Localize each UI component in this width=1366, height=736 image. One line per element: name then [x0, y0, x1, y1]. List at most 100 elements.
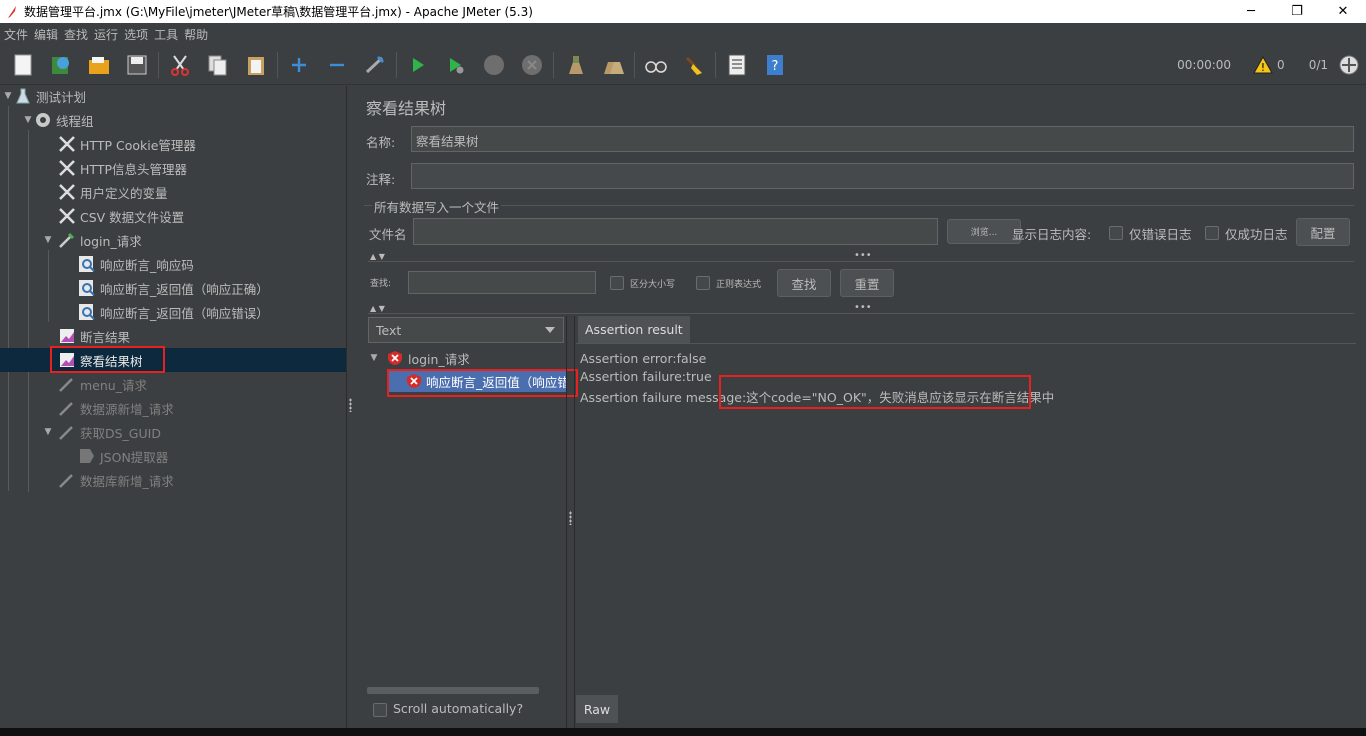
menu-search[interactable]: 查找	[62, 26, 90, 43]
result-item-login-request[interactable]: ▼ login_请求	[366, 347, 566, 369]
start-icon[interactable]	[403, 50, 433, 80]
filename-field[interactable]	[413, 218, 938, 245]
help-icon[interactable]: ?	[760, 50, 790, 80]
title-bar: 数据管理平台.jmx (G:\MyFile\jmeter\JMeter草稿\数据…	[0, 0, 1366, 23]
tree-item-label: 测试计划	[36, 89, 87, 105]
tree-item-datasource-add[interactable]: 数据源新增_请求	[0, 396, 346, 420]
templates-icon[interactable]	[46, 50, 76, 80]
divider-dots-icon[interactable]: •••	[854, 302, 872, 313]
splitter-grip-icon[interactable]	[569, 511, 572, 525]
save-icon[interactable]	[122, 50, 152, 80]
tab-underline	[576, 343, 1356, 344]
regex-checkbox[interactable]	[696, 276, 710, 290]
tree-item-assert-error[interactable]: 响应断言_返回值（响应错误）	[0, 300, 346, 324]
horizontal-scrollbar[interactable]	[367, 687, 539, 694]
maximize-button[interactable]: ❐	[1274, 0, 1320, 23]
toolbar-separator	[553, 51, 554, 78]
tree-item-user-variables[interactable]: 用户定义的变量	[0, 180, 346, 204]
case-sensitive-checkbox[interactable]	[610, 276, 624, 290]
tab-raw[interactable]: Raw	[576, 695, 618, 723]
errors-only-checkbox[interactable]	[1109, 226, 1123, 240]
expand-arrow-icon[interactable]: ▼	[366, 353, 382, 363]
function-helper-icon[interactable]	[722, 50, 752, 80]
tree-item-thread-group[interactable]: ▼ 线程组	[0, 108, 346, 132]
start-no-pauses-icon[interactable]	[441, 50, 471, 80]
elapsed-timer: 00:00:00	[1177, 58, 1232, 72]
window-title: 数据管理平台.jmx (G:\MyFile\jmeter\JMeter草稿\数据…	[24, 5, 533, 19]
renderer-select[interactable]: Text	[368, 317, 564, 343]
copy-icon[interactable]	[203, 50, 233, 80]
open-icon[interactable]	[84, 50, 114, 80]
scroll-auto-label: Scroll automatically?	[393, 701, 524, 716]
section-divider	[368, 261, 1354, 262]
tree-item-csv-config[interactable]: CSV 数据文件设置	[0, 204, 346, 228]
expand-arrow-icon[interactable]: ▼	[2, 91, 14, 101]
collapse-arrows-icon[interactable]: ▲ ▼	[370, 304, 385, 313]
search-binoculars-icon[interactable]	[641, 50, 671, 80]
search-input[interactable]	[408, 271, 596, 294]
stop-icon[interactable]	[479, 50, 509, 80]
tree-item-assertion-results[interactable]: 断言结果	[0, 324, 346, 348]
tree-item-menu-request[interactable]: menu_请求	[0, 372, 346, 396]
splitter-grip-icon[interactable]	[349, 398, 352, 412]
success-only-label: 仅成功日志	[1225, 227, 1288, 242]
chart-icon	[58, 351, 76, 369]
new-icon[interactable]	[8, 50, 38, 80]
active-threads: 0/1	[1308, 58, 1328, 72]
assertion-message-label: Assertion failure message:	[580, 390, 747, 405]
tree-item-json-extractor[interactable]: JSON提取器	[0, 444, 346, 468]
reset-search-icon[interactable]	[679, 50, 709, 80]
tree-item-cookie-manager[interactable]: HTTP Cookie管理器	[0, 132, 346, 156]
tree-item-header-manager[interactable]: HTTP信息头管理器	[0, 156, 346, 180]
browse-button[interactable]: 浏览...	[947, 219, 1021, 244]
results-splitter[interactable]	[566, 316, 575, 736]
expand-arrow-icon[interactable]: ▼	[42, 427, 54, 437]
tree-item-view-results-tree[interactable]: 察看结果树	[0, 348, 346, 372]
menu-run[interactable]: 运行	[92, 26, 120, 43]
tree-item-label: 响应断言_响应码	[100, 257, 194, 273]
find-button[interactable]: 查找	[777, 269, 831, 297]
chevron-down-icon[interactable]	[545, 327, 555, 333]
expand-icon[interactable]	[284, 50, 314, 80]
menu-file[interactable]: 文件	[2, 26, 30, 43]
menu-options[interactable]: 选项	[122, 26, 150, 43]
paste-icon[interactable]	[241, 50, 271, 80]
tree-item-assert-correct[interactable]: 响应断言_返回值（响应正确）	[0, 276, 346, 300]
taskbar-strip	[0, 728, 1366, 736]
tree-item-database-add[interactable]: 数据库新增_请求	[0, 468, 346, 492]
expand-arrow-icon[interactable]: ▼	[22, 115, 34, 125]
tab-assertion-result[interactable]: Assertion result	[578, 316, 690, 343]
warning-icon[interactable]: !	[1253, 56, 1273, 74]
result-item-assertion[interactable]: 响应断言_返回值（响应错	[388, 370, 566, 392]
section-divider	[364, 205, 1354, 206]
expand-arrow-icon[interactable]: ▼	[42, 235, 54, 245]
tree-item-label: 用户定义的变量	[80, 185, 168, 201]
failure-shield-icon	[406, 372, 422, 390]
cut-icon[interactable]	[165, 50, 195, 80]
close-button[interactable]: ✕	[1320, 0, 1366, 23]
name-field[interactable]: 察看结果树	[411, 126, 1354, 152]
menu-tools[interactable]: 工具	[152, 26, 180, 43]
menu-edit[interactable]: 编辑	[32, 26, 60, 43]
pipette-icon	[58, 375, 76, 393]
toggle-icon[interactable]	[360, 50, 390, 80]
collapse-arrows-icon[interactable]: ▲ ▼	[370, 252, 385, 261]
reset-button[interactable]: 重置	[840, 269, 894, 297]
tree-item-get-ds-guid[interactable]: ▼ 获取DS_GUID	[0, 420, 346, 444]
toolbar-separator	[715, 51, 716, 78]
comment-field[interactable]	[411, 163, 1354, 189]
tree-item-assert-response-code[interactable]: 响应断言_响应码	[0, 252, 346, 276]
tree-item-label: 线程组	[56, 113, 94, 129]
scroll-auto-checkbox[interactable]	[373, 703, 387, 717]
tree-item-login-request[interactable]: ▼ login_请求	[0, 228, 346, 252]
clear-all-icon[interactable]	[598, 50, 628, 80]
tree-item-test-plan[interactable]: ▼ 测试计划	[0, 84, 346, 108]
divider-dots-icon[interactable]: •••	[854, 250, 872, 261]
clear-icon[interactable]	[560, 50, 590, 80]
success-only-checkbox[interactable]	[1205, 226, 1219, 240]
shutdown-icon[interactable]	[517, 50, 547, 80]
minimize-button[interactable]: ─	[1228, 0, 1274, 23]
configure-button[interactable]: 配置	[1296, 218, 1350, 246]
menu-help[interactable]: 帮助	[182, 26, 210, 43]
collapse-icon[interactable]	[322, 50, 352, 80]
